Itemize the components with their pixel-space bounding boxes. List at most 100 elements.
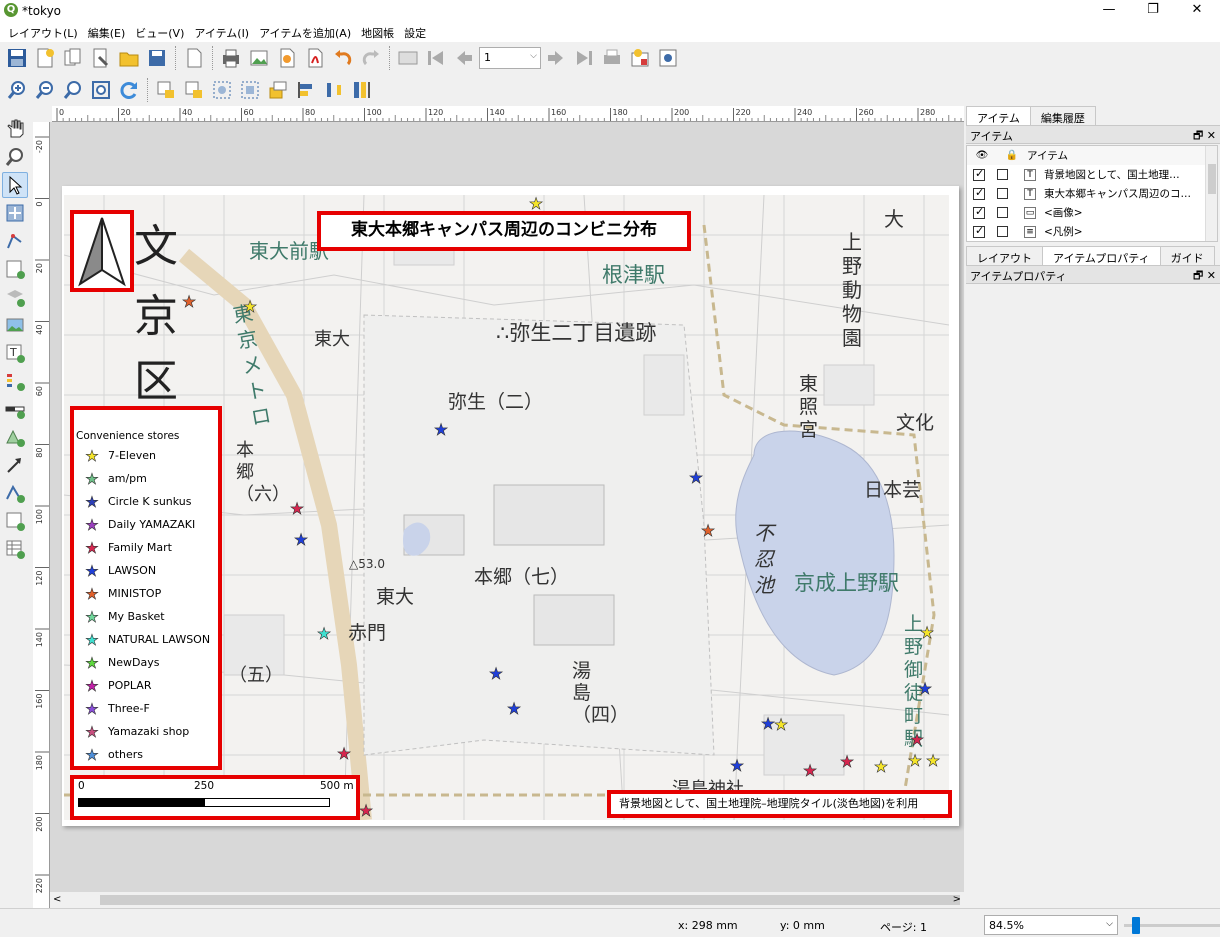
items-tree[interactable]: 👁 🔒 アイテム T 背景地図として、国土地理… T 東大本郷キャンパス周辺のコ… ▭ <… — [966, 145, 1218, 242]
scrollbar-thumb[interactable] — [100, 895, 960, 905]
visibility-checkbox[interactable] — [973, 224, 985, 238]
atlas-preview-icon[interactable] — [395, 45, 421, 71]
unlock-items-icon[interactable] — [181, 77, 207, 103]
move-content-icon[interactable] — [2, 200, 28, 226]
distribute-icon[interactable] — [321, 77, 347, 103]
open-template-icon[interactable] — [116, 45, 142, 71]
minimize-button[interactable]: — — [1086, 0, 1132, 22]
add-node-item-icon[interactable] — [2, 480, 28, 506]
add-legend-icon[interactable] — [2, 368, 28, 394]
undo-icon[interactable] — [330, 45, 356, 71]
panel-controls-icon[interactable]: 🗗 ✕ — [1193, 267, 1216, 286]
items-panel-title: アイテム — [970, 130, 1013, 143]
export-atlas-image-icon[interactable] — [627, 45, 653, 71]
last-feature-icon[interactable] — [571, 45, 597, 71]
tab-items[interactable]: アイテム — [966, 106, 1031, 125]
new-layout-icon[interactable] — [32, 45, 58, 71]
visibility-checkbox[interactable] — [973, 167, 985, 181]
edit-nodes-icon[interactable] — [2, 228, 28, 254]
export-svg-icon[interactable] — [274, 45, 300, 71]
add-3d-map-icon[interactable] — [2, 284, 28, 310]
store-star-icon: ★ — [910, 730, 924, 749]
scroll-right-icon[interactable]: > — [953, 894, 961, 905]
visibility-checkbox[interactable] — [973, 205, 985, 219]
atlas-page-selector[interactable]: 1 ⌵ — [479, 47, 541, 69]
map-title-label[interactable]: 東大本郷キャンパス周辺のコンビニ分布 — [317, 211, 691, 251]
raise-items-icon[interactable] — [265, 77, 291, 103]
close-button[interactable]: ✕ — [1174, 0, 1220, 22]
add-map-icon[interactable] — [2, 256, 28, 282]
next-feature-icon[interactable] — [543, 45, 569, 71]
previous-feature-icon[interactable] — [451, 45, 477, 71]
vertical-ruler: -20 0 20 40 60 80 100 120 140 160 180 200 220 — [33, 122, 50, 908]
zoom-out-icon[interactable] — [32, 77, 58, 103]
refresh-icon[interactable] — [116, 77, 142, 103]
group-items-icon[interactable] — [209, 77, 235, 103]
legend-item[interactable]: Convenience stores ★ 7-Eleven ★ am/pm ★ Circl… — [70, 406, 222, 770]
add-shape-icon[interactable] — [2, 424, 28, 450]
redo-icon[interactable] — [358, 45, 384, 71]
north-arrow[interactable] — [70, 210, 134, 292]
scroll-left-icon[interactable]: < — [53, 894, 61, 905]
zoom-in-icon[interactable] — [4, 77, 30, 103]
save-icon[interactable] — [4, 45, 30, 71]
items-scrollbar[interactable] — [1205, 146, 1217, 241]
zoom-slider[interactable] — [1124, 917, 1220, 934]
save-template-icon[interactable] — [144, 45, 170, 71]
menu-settings[interactable]: 設定 — [400, 22, 432, 42]
menu-item[interactable]: アイテム(I) — [190, 22, 255, 42]
zoom-slider-handle[interactable] — [1132, 917, 1140, 934]
zoom-full-icon[interactable] — [88, 77, 114, 103]
add-html-icon[interactable] — [2, 508, 28, 534]
attribution-label[interactable]: 背景地図として、国土地理院–地理院タイル(淡色地図)を利用 — [607, 790, 952, 818]
atlas-settings-icon[interactable] — [655, 45, 681, 71]
ruler-tick-label: 120 — [35, 571, 44, 586]
page-setup-icon[interactable] — [181, 45, 207, 71]
export-image-icon[interactable] — [246, 45, 272, 71]
items-tree-row[interactable]: ≡ <凡例> — [967, 222, 1217, 241]
lock-items-icon[interactable] — [153, 77, 179, 103]
items-tree-row[interactable]: T 東大本郷キャンパス周辺のコ… — [967, 184, 1217, 203]
tab-layout[interactable]: レイアウト — [966, 246, 1043, 265]
lock-checkbox[interactable] — [997, 226, 1008, 237]
add-attribute-table-icon[interactable] — [2, 536, 28, 562]
menu-layout[interactable]: レイアウト(L) — [4, 22, 84, 42]
menu-add-item[interactable]: アイテムを追加(A) — [255, 22, 357, 42]
resize-icon[interactable] — [349, 77, 375, 103]
zoom-combobox[interactable]: 84.5% ⌵ — [984, 915, 1118, 935]
tab-item-properties[interactable]: アイテムプロパティ — [1042, 246, 1161, 265]
items-tree-row[interactable]: ▭ <画像> — [967, 203, 1217, 222]
first-feature-icon[interactable] — [423, 45, 449, 71]
layout-manager-icon[interactable] — [88, 45, 114, 71]
zoom-actual-icon[interactable] — [60, 77, 86, 103]
items-tree-row[interactable]: T 背景地図として、国土地理… — [967, 165, 1217, 184]
menu-edit[interactable]: 編集(E) — [84, 22, 132, 42]
print-atlas-icon[interactable] — [599, 45, 625, 71]
menu-atlas[interactable]: 地図帳 — [357, 22, 400, 42]
lock-checkbox[interactable] — [997, 188, 1008, 199]
visibility-checkbox[interactable] — [973, 186, 985, 200]
items-scrollbar-thumb[interactable] — [1208, 164, 1216, 194]
zoom-tool-icon[interactable] — [2, 144, 28, 170]
add-scalebar-icon[interactable] — [2, 396, 28, 422]
lock-checkbox[interactable] — [997, 169, 1008, 180]
duplicate-layout-icon[interactable] — [60, 45, 86, 71]
tab-undo-history[interactable]: 編集履歴 — [1029, 106, 1096, 125]
add-label-icon[interactable]: T — [2, 340, 28, 366]
restore-button[interactable]: ❐ — [1130, 0, 1176, 22]
menu-view[interactable]: ビュー(V) — [131, 22, 190, 42]
lock-checkbox[interactable] — [997, 207, 1008, 218]
store-star-icon: ★ — [918, 679, 932, 698]
add-picture-icon[interactable] — [2, 312, 28, 338]
print-icon[interactable] — [218, 45, 244, 71]
tab-guides[interactable]: ガイド — [1159, 246, 1215, 265]
scale-bar-item[interactable]: 0 250 500 m — [70, 775, 360, 820]
horizontal-scrollbar[interactable]: < > — [50, 892, 964, 908]
export-pdf-icon[interactable] — [302, 45, 328, 71]
pan-icon[interactable] — [2, 116, 28, 142]
ungroup-items-icon[interactable] — [237, 77, 263, 103]
select-move-icon[interactable] — [2, 172, 28, 198]
panel-controls-icon[interactable]: 🗗 ✕ — [1193, 127, 1216, 146]
align-left-icon[interactable] — [293, 77, 319, 103]
add-arrow-icon[interactable] — [2, 452, 28, 478]
